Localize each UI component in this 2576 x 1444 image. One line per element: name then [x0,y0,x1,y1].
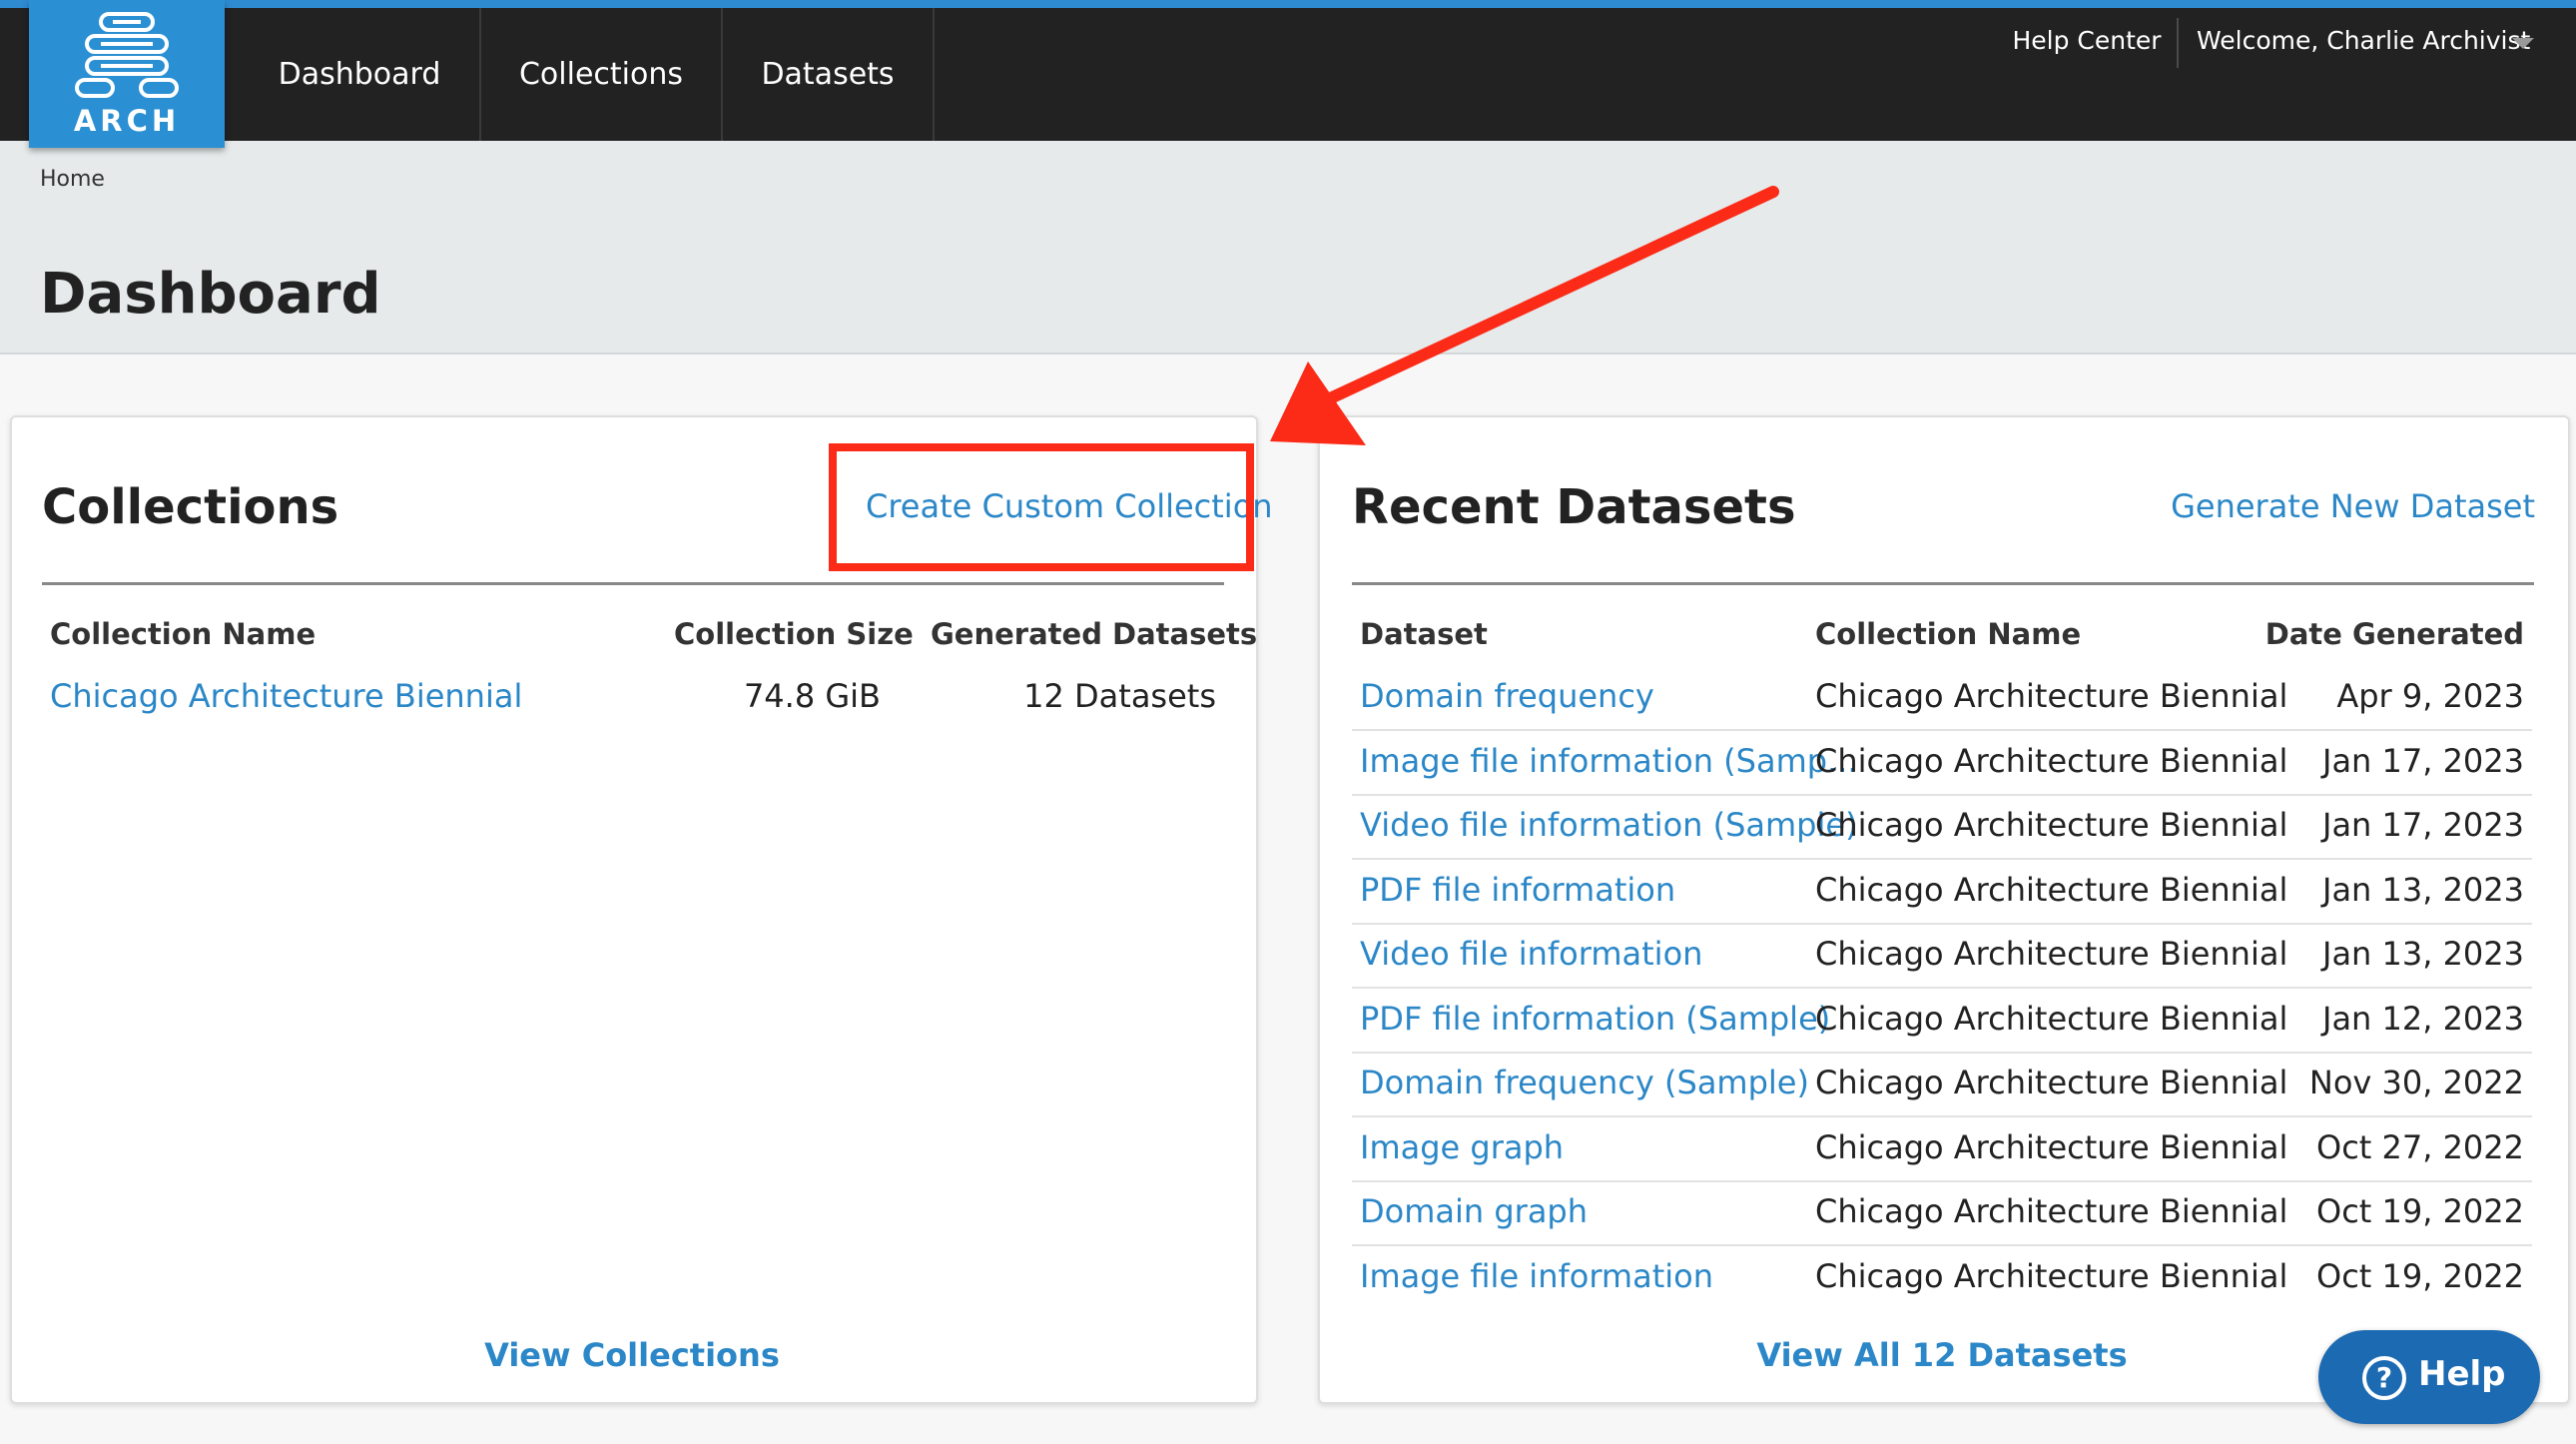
help-button[interactable]: ? Help [2318,1330,2540,1424]
arch-logo-icon [75,12,179,98]
annotation-arrow-icon [1270,186,1779,445]
help-button-label: Help [2418,1354,2506,1394]
arch-logo[interactable]: ARCH [29,0,225,148]
logo-text: ARCH [73,104,181,138]
question-circle-icon: ? [2362,1356,2406,1400]
